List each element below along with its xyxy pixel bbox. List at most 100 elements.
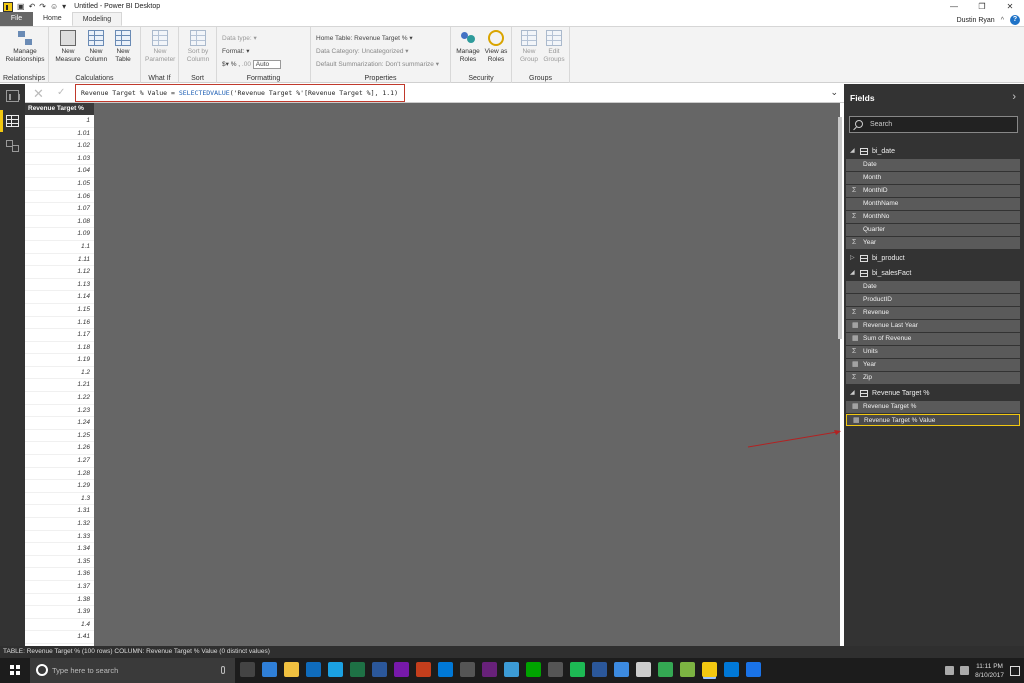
- table-cell[interactable]: 1.27: [25, 455, 94, 468]
- taskbar-app-icon[interactable]: [504, 662, 519, 677]
- chevron-right-icon[interactable]: ›: [1012, 91, 1016, 103]
- table-cell[interactable]: 1.34: [25, 543, 94, 556]
- table-cell[interactable]: 1.23: [25, 405, 94, 418]
- tab-file[interactable]: File: [0, 12, 33, 26]
- table-cell[interactable]: 1.25: [25, 430, 94, 443]
- taskbar-app-icon[interactable]: [614, 662, 629, 677]
- network-icon[interactable]: [945, 666, 955, 675]
- field-table-2[interactable]: ◢ bi_salesFact: [846, 267, 1022, 280]
- table-cell[interactable]: 1.15: [25, 304, 94, 317]
- taskbar-app-icon[interactable]: [372, 662, 387, 677]
- new-parameter-button[interactable]: New Parameter: [145, 30, 175, 64]
- table-cell[interactable]: 1.35: [25, 556, 94, 569]
- relationships-view-icon[interactable]: [6, 140, 19, 152]
- windows-start-icon[interactable]: [0, 658, 30, 683]
- table-cell[interactable]: 1.13: [25, 279, 94, 292]
- table-cell[interactable]: 1.26: [25, 442, 94, 456]
- field-item[interactable]: Σ MonthID: [846, 185, 1020, 197]
- table-cell[interactable]: 1.12: [25, 266, 94, 279]
- collapse-icon[interactable]: ◢: [850, 387, 855, 400]
- customize-dropdown-icon[interactable]: ▾: [62, 2, 66, 11]
- manage-roles-button[interactable]: Manage Roles: [455, 30, 481, 64]
- taskbar-app-icon[interactable]: [350, 662, 365, 677]
- table-cell[interactable]: 1.02: [25, 140, 94, 153]
- table-cell[interactable]: 1.28: [25, 468, 94, 481]
- default-summarization-dropdown[interactable]: Default Summarization: Don't summarize: [316, 61, 434, 68]
- table-cell[interactable]: 1.3: [25, 493, 94, 506]
- clock[interactable]: 11:11 PM 8/10/2017: [975, 662, 1004, 680]
- new-column-button[interactable]: New Column: [83, 30, 109, 64]
- taskbar-app-icon[interactable]: [306, 662, 321, 677]
- taskbar-app-icon[interactable]: [724, 662, 739, 677]
- field-item[interactable]: MonthName: [846, 198, 1020, 210]
- table-cell[interactable]: 1.18: [25, 342, 94, 355]
- taskbar-app-icon[interactable]: [548, 662, 563, 677]
- new-measure-button[interactable]: New Measure: [55, 30, 81, 64]
- table-cell[interactable]: 1.4: [25, 619, 94, 632]
- field-item[interactable]: Date: [846, 159, 1020, 171]
- taskbar-app-icon[interactable]: [636, 662, 651, 677]
- taskbar-app-icon[interactable]: [482, 662, 497, 677]
- cancel-formula-icon[interactable]: ✕: [33, 86, 44, 102]
- notifications-icon[interactable]: [1010, 665, 1020, 676]
- redo-icon[interactable]: ↷: [39, 2, 46, 11]
- taskbar-app-icon[interactable]: [746, 662, 761, 677]
- taskbar-app-icon[interactable]: [328, 662, 343, 677]
- table-cell[interactable]: 1.32: [25, 518, 94, 531]
- volume-icon[interactable]: [960, 666, 970, 675]
- field-item[interactable]: Month: [846, 172, 1020, 184]
- edit-groups-button[interactable]: Edit Groups: [541, 30, 567, 64]
- field-item[interactable]: ProductID: [846, 294, 1020, 306]
- manage-relationships-button[interactable]: Manage Relationships: [5, 30, 45, 64]
- taskbar-app-icon[interactable]: [262, 662, 277, 677]
- field-item[interactable]: Σ Year: [846, 237, 1020, 249]
- sort-by-column-button[interactable]: Sort by Column: [183, 30, 213, 64]
- table-cell[interactable]: 1.17: [25, 329, 94, 342]
- taskbar-app-icon[interactable]: [438, 662, 453, 677]
- taskbar-search[interactable]: Type here to search: [30, 658, 235, 683]
- field-item[interactable]: ▦ Sum of Revenue: [846, 333, 1020, 345]
- decimals-button[interactable]: .00: [242, 61, 251, 68]
- currency-button[interactable]: $: [222, 61, 226, 68]
- taskbar-app-icon[interactable]: [680, 662, 695, 677]
- table-cell[interactable]: 1.24: [25, 417, 94, 430]
- field-item[interactable]: Date: [846, 281, 1020, 293]
- field-item[interactable]: Σ Units: [846, 346, 1020, 358]
- table-cell[interactable]: 1.2: [25, 367, 94, 380]
- taskbar-app-icon[interactable]: [240, 662, 255, 677]
- table-cell[interactable]: 1.19: [25, 354, 94, 367]
- taskbar-app-icon[interactable]: [702, 662, 717, 677]
- table-cell[interactable]: 1.05: [25, 178, 94, 191]
- field-table-3[interactable]: ◢ Revenue Target %: [846, 387, 1022, 400]
- table-cell[interactable]: 1.11: [25, 254, 94, 267]
- maximize-button[interactable]: ❐: [968, 0, 996, 13]
- table-cell[interactable]: 1.37: [25, 581, 94, 594]
- user-name[interactable]: Dustin Ryan: [957, 17, 995, 24]
- field-item[interactable]: Σ MonthNo: [846, 211, 1020, 223]
- percent-button[interactable]: %: [231, 61, 237, 68]
- commit-formula-icon[interactable]: ✓: [57, 87, 65, 98]
- table-cell[interactable]: 1.38: [25, 594, 94, 607]
- table-cell[interactable]: 1.14: [25, 291, 94, 304]
- expand-formula-icon[interactable]: ⌄: [830, 87, 838, 98]
- expand-icon[interactable]: ▷: [850, 252, 855, 265]
- field-item[interactable]: Σ Zip: [846, 372, 1020, 384]
- table-cell[interactable]: 1.03: [25, 153, 94, 166]
- table-cell[interactable]: 1.31: [25, 505, 94, 518]
- save-icon[interactable]: ▣: [17, 2, 25, 11]
- new-group-button[interactable]: New Group: [516, 30, 542, 64]
- formula-input[interactable]: Revenue Target % Value = SELECTEDVALUE('…: [75, 84, 405, 102]
- view-as-roles-button[interactable]: View as Roles: [483, 30, 509, 64]
- vertical-scrollbar[interactable]: [838, 117, 842, 339]
- data-category-dropdown[interactable]: Data Category: Uncategorized: [316, 48, 403, 55]
- collapse-icon[interactable]: ◢: [850, 145, 855, 158]
- smiley-icon[interactable]: ☺: [50, 2, 58, 11]
- table-cell[interactable]: 1.08: [25, 216, 94, 229]
- minimize-button[interactable]: —: [940, 0, 968, 13]
- table-cell[interactable]: 1.07: [25, 203, 94, 216]
- microphone-icon[interactable]: [221, 666, 225, 674]
- field-item[interactable]: ▦ Revenue Target %: [846, 401, 1020, 413]
- column-header[interactable]: Revenue Target %: [25, 103, 94, 115]
- decimal-places-input[interactable]: Auto: [252, 59, 281, 69]
- tab-modeling[interactable]: Modeling: [71, 12, 123, 26]
